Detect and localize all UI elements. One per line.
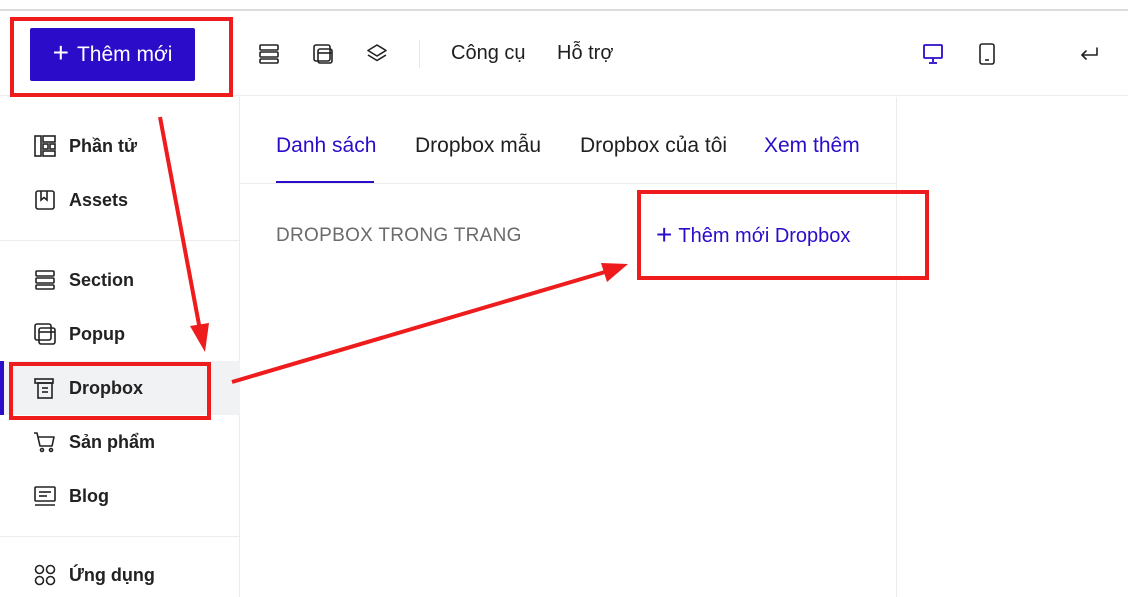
sidebar-item-label: Section: [69, 269, 135, 290]
popup-icon: [33, 322, 57, 346]
elements-icon: [33, 134, 57, 158]
sidebar-divider: [0, 240, 239, 241]
sidebar-item-label: Sản phẩm: [69, 431, 156, 452]
desktop-icon[interactable]: [921, 42, 945, 66]
assets-icon: [33, 188, 57, 212]
annotation-arrow-right: [231, 270, 606, 384]
annotation-box-add-new: [10, 17, 233, 97]
toolbar-divider: [419, 40, 420, 68]
sidebar-item-products[interactable]: Sản phẩm: [0, 415, 240, 469]
sidebar-item-section[interactable]: Section: [0, 253, 240, 307]
annotation-arrowhead: [601, 263, 628, 282]
sidebar-item-label: Phần tử: [69, 135, 138, 156]
mobile-icon[interactable]: [975, 42, 999, 66]
sections-icon[interactable]: [257, 42, 281, 66]
tabs-divider: [240, 183, 896, 184]
sidebar-item-label: Assets: [69, 189, 129, 210]
tab-list[interactable]: Danh sách: [276, 134, 376, 158]
sidebar-item-assets[interactable]: Assets: [0, 173, 240, 227]
panel-right-border: [896, 97, 897, 597]
blog-icon: [33, 484, 57, 508]
cart-icon: [33, 430, 57, 454]
section-heading: DROPBOX TRONG TRANG: [276, 225, 522, 246]
layers-icon[interactable]: [365, 42, 389, 66]
popup-window-icon[interactable]: [311, 42, 335, 66]
sidebar-item-blog[interactable]: Blog: [0, 469, 240, 523]
section-icon: [33, 268, 57, 292]
sidebar-divider: [0, 536, 239, 537]
menu-support[interactable]: Hỗ trợ: [557, 42, 613, 65]
menu-tools[interactable]: Công cụ: [451, 42, 526, 65]
tab-see-more[interactable]: Xem thêm: [764, 134, 860, 158]
annotation-box-add-dropbox: [637, 190, 929, 280]
apps-icon: [33, 563, 57, 587]
sidebar-item-apps[interactable]: Ứng dụng: [0, 548, 240, 597]
sidebar-item-popup[interactable]: Popup: [0, 307, 240, 361]
tab-dropbox-templates[interactable]: Dropbox mẫu: [415, 134, 541, 158]
sidebar-item-label: Blog: [69, 485, 109, 506]
app-root: + Thêm mới Công cụ Hỗ trợ Phần tử Assets…: [0, 0, 1128, 597]
sidebar-item-label: Ứng dụng: [69, 564, 155, 585]
tab-my-dropbox[interactable]: Dropbox của tôi: [580, 134, 727, 158]
left-sidebar: Phần tử Assets Section Popup Dropbox Sản…: [0, 97, 240, 597]
annotation-box-dropbox: [9, 362, 211, 420]
back-arrow-icon[interactable]: [1077, 42, 1101, 66]
sidebar-item-elements[interactable]: Phần tử: [0, 119, 240, 173]
sidebar-item-label: Popup: [69, 323, 125, 344]
